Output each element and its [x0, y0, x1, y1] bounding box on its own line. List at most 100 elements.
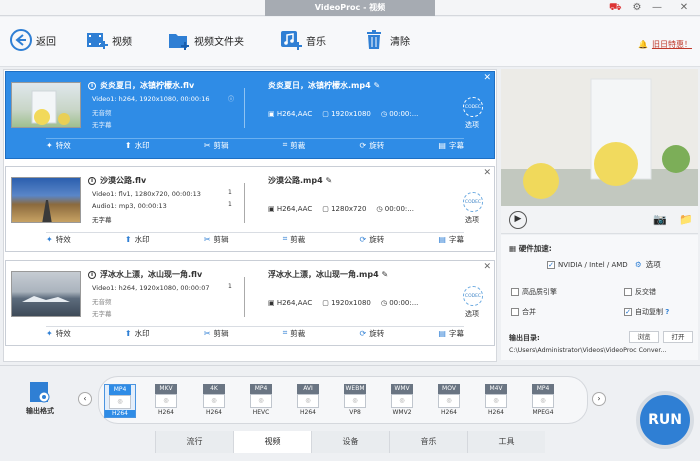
notice-link[interactable]: 🔔 旧日特惠！ — [638, 39, 692, 50]
add-music-button[interactable]: 音乐 — [280, 29, 326, 51]
output-file-name: 沙漠公路.mp4 ✎ — [268, 176, 333, 185]
deinterlace-checkbox[interactable]: 反交错 — [624, 287, 656, 297]
disc-icon: ◎ — [155, 394, 177, 408]
crop-icon: ⌗ — [282, 234, 288, 243]
task-card[interactable]: ✕ i 浮冰水上漂，冰山现一角.flv Video1: h264, 1920x10… — [5, 260, 495, 346]
format-option[interactable]: MKV ◎ H264 — [150, 384, 182, 418]
audio-meta: 无音频 — [92, 109, 112, 117]
browse-button[interactable]: 浏览 — [629, 331, 659, 343]
merge-checkbox[interactable]: 合并 — [511, 307, 536, 317]
close-icon[interactable]: ✕ — [483, 168, 491, 178]
folder-icon[interactable]: 📁 — [679, 213, 693, 226]
open-button[interactable]: 打开 — [663, 331, 693, 343]
desert-road-thumbnail — [42, 200, 52, 222]
subtitle-button[interactable]: ▤ 字幕 — [438, 234, 464, 245]
format-option[interactable]: MP4 ◎ HEVC — [245, 384, 277, 418]
video-meta: Video1: h264, 1920x1080, 00:00:16 — [92, 95, 210, 103]
info-icon[interactable]: i — [88, 81, 96, 90]
cart-icon[interactable]: ⛟ — [609, 2, 622, 14]
tab-video[interactable]: 视频 — [233, 431, 311, 453]
file-name: i 炎炎夏日，冰镇柠檬水.flv — [88, 80, 194, 91]
minimize-icon[interactable]: — — [651, 2, 663, 14]
effects-button[interactable]: ✦ 特效 — [46, 328, 71, 339]
format-option[interactable]: MOV ◎ H264 — [433, 384, 465, 418]
checkbox-checked-icon: ✓ — [547, 261, 555, 269]
crop-button[interactable]: ⌗ 剪裁 — [283, 234, 306, 245]
task-card[interactable]: ✕ i 沙漠公路.flv Video1: flv1, 1280x720, 00:0… — [5, 166, 495, 252]
crop-button[interactable]: ⌗ 剪裁 — [283, 328, 306, 339]
hw-option-button[interactable]: ⚙ 选项 — [635, 259, 661, 270]
add-video-folder-label: 视频文件夹 — [194, 36, 244, 48]
tab-popular[interactable]: 流行 — [155, 431, 233, 453]
cut-button[interactable]: ✂ 剪辑 — [204, 328, 229, 339]
output-spec: ▣ H264,AAC ▢ 1920x1080 ◷ 00:00:... — [268, 110, 418, 118]
subtitle-button[interactable]: ▤ 字幕 — [438, 140, 464, 151]
output-resolution: ▢ 1920x1080 — [322, 299, 371, 307]
run-button[interactable]: RUN — [636, 391, 694, 449]
option-label[interactable]: 选项 — [465, 215, 479, 225]
camera-icon[interactable]: 📷 — [653, 213, 667, 226]
effects-button[interactable]: ✦ 特效 — [46, 234, 71, 245]
close-icon[interactable]: ✕ — [678, 2, 690, 14]
auto-copy-checkbox[interactable]: ✓ 自动复制 ? — [624, 307, 669, 317]
cut-button[interactable]: ✂ 剪辑 — [204, 234, 229, 245]
format-option[interactable]: MP4 ◎ H264 — [104, 384, 136, 418]
codec-option-icon[interactable]: CODEC — [463, 192, 483, 212]
tab-music[interactable]: 音乐 — [389, 431, 467, 453]
clear-label: 清除 — [390, 36, 410, 48]
crop-button[interactable]: ⌗ 剪裁 — [283, 140, 306, 151]
add-video-folder-button[interactable]: 视频文件夹 — [168, 29, 244, 51]
add-video-label: 视频 — [112, 36, 132, 48]
close-icon[interactable]: ✕ — [483, 262, 491, 272]
watermark-button[interactable]: ⬆ 水印 — [125, 328, 150, 339]
effects-button[interactable]: ✦ 特效 — [46, 140, 71, 151]
option-label[interactable]: 选项 — [465, 309, 479, 319]
info-icon[interactable]: i — [88, 176, 96, 185]
format-option[interactable]: 4K ◎ H264 — [198, 384, 230, 418]
scroll-left-icon[interactable]: ‹ — [78, 392, 92, 406]
watermark-button[interactable]: ⬆ 水印 — [125, 140, 150, 151]
codec-option-icon[interactable]: CODEC — [463, 97, 483, 117]
high-quality-checkbox[interactable]: 高品质引擎 — [511, 287, 557, 297]
cut-button[interactable]: ✂ 剪辑 — [204, 140, 229, 151]
format-option[interactable]: WEBM ◎ VP8 — [339, 384, 371, 418]
rotate-icon: ⟳ — [359, 140, 367, 150]
scroll-right-icon[interactable]: › — [592, 392, 606, 406]
add-video-button[interactable]: 视频 — [86, 29, 132, 51]
info-icon[interactable]: i — [88, 270, 96, 279]
back-label: 返回 — [36, 36, 56, 48]
bell-icon: 🔔 — [638, 40, 648, 49]
back-arrow-icon — [10, 29, 32, 51]
format-option[interactable]: WMV ◎ WMV2 — [386, 384, 418, 418]
wand-icon: ✦ — [46, 234, 53, 244]
conversion-arrow — [244, 277, 252, 317]
clear-button[interactable]: 清除 — [364, 29, 410, 51]
hw-accel-checkbox[interactable]: ✓ NVIDIA / Intel / AMD — [547, 261, 628, 269]
format-option[interactable]: MP4 ◎ MPEG4 — [527, 384, 559, 418]
edit-icon[interactable]: ✎ — [325, 176, 332, 185]
rotate-icon: ⟳ — [359, 234, 367, 244]
back-button[interactable]: 返回 — [10, 29, 56, 51]
edit-icon[interactable]: ✎ — [381, 270, 388, 279]
subtitle-button[interactable]: ▤ 字幕 — [438, 328, 464, 339]
close-icon[interactable]: ✕ — [483, 73, 491, 83]
toolbar: 返回 视频 视频文件夹 音乐 清除 🔔 旧日特惠！ — [0, 17, 700, 67]
format-option[interactable]: M4V ◎ H264 — [480, 384, 512, 418]
rotate-button[interactable]: ⟳ 旋转 — [360, 140, 385, 151]
gear-icon[interactable]: ⚙ — [631, 2, 643, 14]
output-format-button[interactable]: 输出格式 — [10, 380, 70, 416]
format-option[interactable]: AVI ◎ H264 — [292, 384, 324, 418]
tab-device[interactable]: 设备 — [311, 431, 389, 453]
edit-icon[interactable]: ✎ — [373, 81, 380, 90]
task-card[interactable]: ✕ i 炎炎夏日，冰镇柠檬水.flv Video1: h264, 1920x108… — [5, 71, 495, 159]
play-icon[interactable]: ▶ — [509, 211, 527, 229]
info-icon[interactable]: ⓘ — [228, 94, 234, 103]
help-icon[interactable]: ? — [665, 308, 669, 316]
rotate-button[interactable]: ⟳ 旋转 — [360, 234, 385, 245]
tab-tools[interactable]: 工具 — [467, 431, 545, 453]
video-preview — [501, 69, 698, 206]
rotate-button[interactable]: ⟳ 旋转 — [360, 328, 385, 339]
codec-option-icon[interactable]: CODEC — [463, 286, 483, 306]
watermark-button[interactable]: ⬆ 水印 — [125, 234, 150, 245]
option-label[interactable]: 选项 — [465, 120, 479, 130]
